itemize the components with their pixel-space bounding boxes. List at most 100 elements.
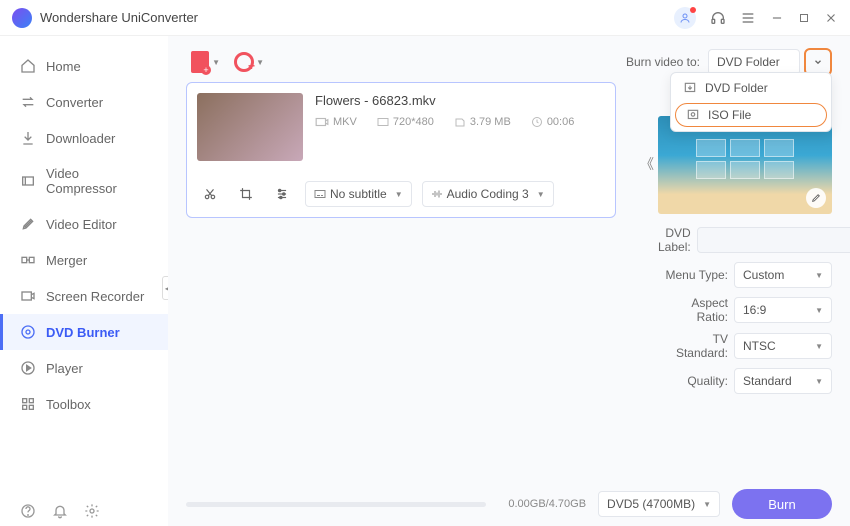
menu-type-select[interactable]: Custom ▼ xyxy=(734,262,832,288)
dvd-icon xyxy=(20,324,36,340)
capacity-text: 0.00GB/4.70GB xyxy=(508,498,586,510)
tv-standard-value: NTSC xyxy=(743,339,776,353)
add-disc-button[interactable]: ▼ xyxy=(230,48,258,76)
add-disc-icon xyxy=(234,52,254,72)
folder-export-icon xyxy=(683,81,697,95)
trim-button[interactable] xyxy=(197,183,223,205)
minimize-icon[interactable] xyxy=(770,11,784,25)
subtitle-value: No subtitle xyxy=(330,187,387,201)
burn-button[interactable]: Burn xyxy=(732,489,832,519)
dropdown-option-dvd-folder[interactable]: DVD Folder xyxy=(671,75,831,101)
disc-size-select[interactable]: DVD5 (4700MB) ▼ xyxy=(598,491,720,517)
app-logo xyxy=(12,8,32,28)
audio-value: Audio Coding 3 xyxy=(447,187,529,201)
chevron-down-icon: ▼ xyxy=(703,500,711,509)
title-bar: Wondershare UniConverter xyxy=(0,0,850,36)
disc-size-value: DVD5 (4700MB) xyxy=(607,497,695,511)
video-filename: Flowers - 66823.mkv xyxy=(315,93,605,108)
content-area: ▼ ▼ Burn video to: DVD Folder DVD Folder xyxy=(168,36,850,496)
recorder-icon xyxy=(20,288,36,304)
help-icon[interactable] xyxy=(20,503,36,519)
quality-value: Standard xyxy=(743,374,792,388)
menu-type-value: Custom xyxy=(743,268,784,282)
video-resolution: 720*480 xyxy=(393,116,434,128)
subtitle-select[interactable]: No subtitle ▼ xyxy=(305,181,412,207)
chevron-down-icon: ▼ xyxy=(537,190,545,199)
burn-target-value: DVD Folder xyxy=(717,55,780,69)
menu-icon[interactable] xyxy=(740,10,756,26)
resolution-icon xyxy=(377,117,389,127)
converter-icon xyxy=(20,94,36,110)
sidebar-item-compressor[interactable]: Video Compressor xyxy=(0,156,168,206)
headset-icon[interactable] xyxy=(710,10,726,26)
video-format-icon xyxy=(315,117,329,127)
iso-file-icon xyxy=(686,108,700,122)
download-icon xyxy=(20,130,36,146)
close-icon[interactable] xyxy=(824,11,838,25)
sidebar-item-label: Converter xyxy=(46,95,103,110)
video-item-card: Flowers - 66823.mkv MKV 720*480 3.79 MB … xyxy=(186,82,616,218)
merger-icon xyxy=(20,252,36,268)
bottom-icon-bar xyxy=(0,496,168,526)
compressor-icon xyxy=(20,173,36,189)
dropdown-option-label: ISO File xyxy=(708,108,751,122)
chevron-down-icon: ▼ xyxy=(815,306,823,315)
sidebar-item-toolbox[interactable]: Toolbox xyxy=(0,386,168,422)
sidebar-item-label: Player xyxy=(46,361,83,376)
sidebar-item-label: Merger xyxy=(46,253,87,268)
video-duration: 00:06 xyxy=(547,116,575,128)
sidebar-item-label: Toolbox xyxy=(46,397,91,412)
video-format: MKV xyxy=(333,116,357,128)
sidebar-item-label: Video Editor xyxy=(46,217,117,232)
chevron-down-icon: ▼ xyxy=(815,342,823,351)
sidebar-item-converter[interactable]: Converter xyxy=(0,84,168,120)
sidebar-item-home[interactable]: Home xyxy=(0,48,168,84)
chevron-down-icon: ▼ xyxy=(256,58,264,67)
quality-select[interactable]: Standard ▼ xyxy=(734,368,832,394)
audio-select[interactable]: Audio Coding 3 ▼ xyxy=(422,181,554,207)
aspect-ratio-select[interactable]: 16:9▼ xyxy=(734,297,832,323)
chevron-down-icon: ▼ xyxy=(212,58,220,67)
quality-label: Quality: xyxy=(658,374,728,388)
video-size: 3.79 MB xyxy=(470,116,511,128)
filesize-icon xyxy=(454,116,466,128)
sidebar-item-downloader[interactable]: Downloader xyxy=(0,120,168,156)
sidebar-item-label: Video Compressor xyxy=(46,166,148,196)
notifications-icon[interactable] xyxy=(52,503,68,519)
burn-to-label: Burn video to: xyxy=(626,55,700,69)
settings-icon[interactable] xyxy=(84,503,100,519)
chevron-down-icon: ▼ xyxy=(815,377,823,386)
video-thumbnail[interactable] xyxy=(197,93,303,161)
add-file-icon xyxy=(191,51,209,73)
prev-template-button[interactable]: 《 xyxy=(640,154,654,174)
sidebar-item-dvd-burner[interactable]: DVD Burner xyxy=(0,314,168,350)
add-file-button[interactable]: ▼ xyxy=(186,48,214,76)
maximize-icon[interactable] xyxy=(798,12,810,24)
footer-bar: 0.00GB/4.70GB DVD5 (4700MB) ▼ Burn xyxy=(168,482,850,526)
effects-button[interactable] xyxy=(269,183,295,205)
capacity-progress-bar xyxy=(186,502,486,507)
tv-standard-label: TV Standard: xyxy=(658,332,728,360)
sidebar: Home Converter Downloader Video Compress… xyxy=(0,36,168,496)
crop-button[interactable] xyxy=(233,183,259,205)
chevron-down-icon: ▼ xyxy=(815,271,823,280)
menu-type-label: Menu Type: xyxy=(658,268,728,282)
dropdown-option-iso-file[interactable]: ISO File xyxy=(675,103,827,127)
player-icon xyxy=(20,360,36,376)
dvd-label-input[interactable] xyxy=(697,227,850,253)
sidebar-item-editor[interactable]: Video Editor xyxy=(0,206,168,242)
burn-target-dropdown: DVD Folder ISO File xyxy=(670,72,832,132)
sidebar-item-merger[interactable]: Merger xyxy=(0,242,168,278)
app-title: Wondershare UniConverter xyxy=(40,10,674,25)
sidebar-item-player[interactable]: Player xyxy=(0,350,168,386)
edit-template-button[interactable] xyxy=(806,188,826,208)
sidebar-item-label: Home xyxy=(46,59,81,74)
sidebar-item-recorder[interactable]: Screen Recorder xyxy=(0,278,168,314)
toolbox-icon xyxy=(20,396,36,412)
sidebar-item-label: Downloader xyxy=(46,131,115,146)
tv-standard-select[interactable]: NTSC ▼ xyxy=(734,333,832,359)
aspect-ratio-label: Aspect Ratio: xyxy=(658,296,728,324)
duration-icon xyxy=(531,116,543,128)
account-icon[interactable] xyxy=(674,7,696,29)
editor-icon xyxy=(20,216,36,232)
